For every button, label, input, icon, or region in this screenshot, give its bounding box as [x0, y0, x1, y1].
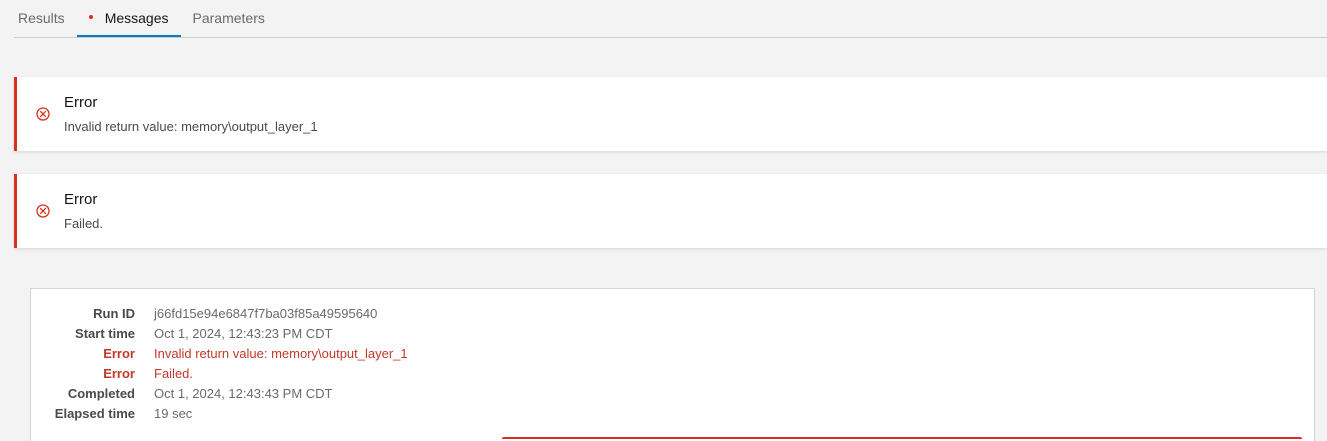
tab-results[interactable]: Results [14, 1, 77, 37]
detail-row-run-id: Run ID j66fd15e94e6847f7ba03f85a49595640 [45, 304, 408, 324]
detail-row-elapsed-time: Elapsed time 19 sec [45, 404, 408, 424]
detail-value: 19 sec [154, 406, 193, 421]
tab-messages-label: Messages [104, 10, 169, 26]
notice-title: Error [64, 191, 98, 208]
run-details-panel: Run ID j66fd15e94e6847f7ba03f85a49595640… [30, 288, 1315, 441]
detail-value: Oct 1, 2024, 12:43:23 PM CDT [154, 326, 333, 341]
page: Results Messages Parameters Error Invali… [0, 0, 1327, 441]
notice-message: Failed. [64, 216, 104, 231]
tab-parameters-label: Parameters [192, 10, 265, 26]
detail-value: Failed. [154, 366, 194, 381]
detail-value: j66fd15e94e6847f7ba03f85a49595640 [154, 306, 378, 321]
detail-row-error: Error Failed. [45, 364, 408, 384]
detail-key: Error [103, 346, 135, 361]
notice-message: Invalid return value: memory\output_laye… [64, 119, 318, 134]
detail-key: Run ID [93, 306, 135, 321]
error-notice: Error Invalid return value: memory\outpu… [14, 77, 1327, 151]
detail-value: Invalid return value: memory\output_laye… [154, 346, 408, 361]
detail-key: Start time [75, 326, 135, 341]
tab-messages[interactable]: Messages [76, 1, 181, 37]
detail-key: Completed [67, 386, 135, 401]
error-alert-edge [502, 437, 1302, 439]
tab-parameters[interactable]: Parameters [181, 1, 277, 37]
error-circle-x-icon [36, 204, 50, 218]
error-notice: Error Failed. [14, 174, 1327, 248]
tab-results-label: Results [18, 10, 65, 26]
detail-row-error: Error Invalid return value: memory\outpu… [45, 344, 408, 364]
detail-key: Error [103, 366, 135, 381]
detail-key: Elapsed time [54, 406, 135, 421]
run-details-table: Run ID j66fd15e94e6847f7ba03f85a49595640… [45, 304, 408, 424]
detail-row-completed: Completed Oct 1, 2024, 12:43:43 PM CDT [45, 384, 408, 404]
detail-row-start-time: Start time Oct 1, 2024, 12:43:23 PM CDT [45, 324, 408, 344]
unread-dot-icon [88, 15, 93, 19]
tab-bar: Results Messages Parameters [14, 0, 1327, 38]
notice-title: Error [64, 94, 98, 111]
detail-value: Oct 1, 2024, 12:43:43 PM CDT [154, 386, 333, 401]
error-circle-x-icon [36, 107, 50, 121]
